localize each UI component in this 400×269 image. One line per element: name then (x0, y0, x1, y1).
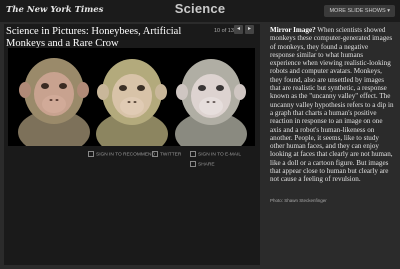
share-actions: SIGN IN TO RECOMMEND TWITTER SIGN IN TO … (86, 151, 256, 175)
email-action[interactable]: SIGN IN TO E-MAIL (190, 151, 241, 157)
top-bar: The New York Times Science MORE SLIDE SH… (0, 0, 400, 23)
caption-title: Mirror Image? (270, 26, 316, 34)
monkey-faces-image (8, 48, 255, 146)
slide-caption: Mirror Image? When scientists showed mon… (270, 26, 394, 184)
email-label: SIGN IN TO E-MAIL (198, 152, 242, 158)
slide-counter: 10 of 13 (214, 28, 234, 34)
recommend-label: SIGN IN TO RECOMMEND (96, 152, 155, 158)
checkbox-icon (88, 151, 94, 157)
prev-slide-button[interactable]: ◂ (234, 25, 243, 34)
more-slide-shows-button[interactable]: MORE SLIDE SHOWS ▾ (324, 5, 395, 17)
recommend-action[interactable]: SIGN IN TO RECOMMEND (88, 151, 155, 157)
share-label: SHARE (198, 162, 215, 168)
caption-body: When scientists showed monkeys these com… (270, 26, 394, 184)
share-action[interactable]: SHARE (190, 161, 215, 167)
twitter-action[interactable]: TWITTER (152, 151, 181, 157)
twitter-icon (152, 151, 158, 157)
photo-credit: Photo: Shawn Steckenfinger (270, 198, 327, 203)
next-slide-button[interactable]: ▸ (245, 25, 254, 34)
share-icon (190, 161, 196, 167)
twitter-label: TWITTER (160, 152, 182, 158)
email-icon (190, 151, 196, 157)
slide-photo (8, 48, 255, 146)
slideshow-title: Science in Pictures: Honeybees, Artifici… (6, 26, 182, 49)
